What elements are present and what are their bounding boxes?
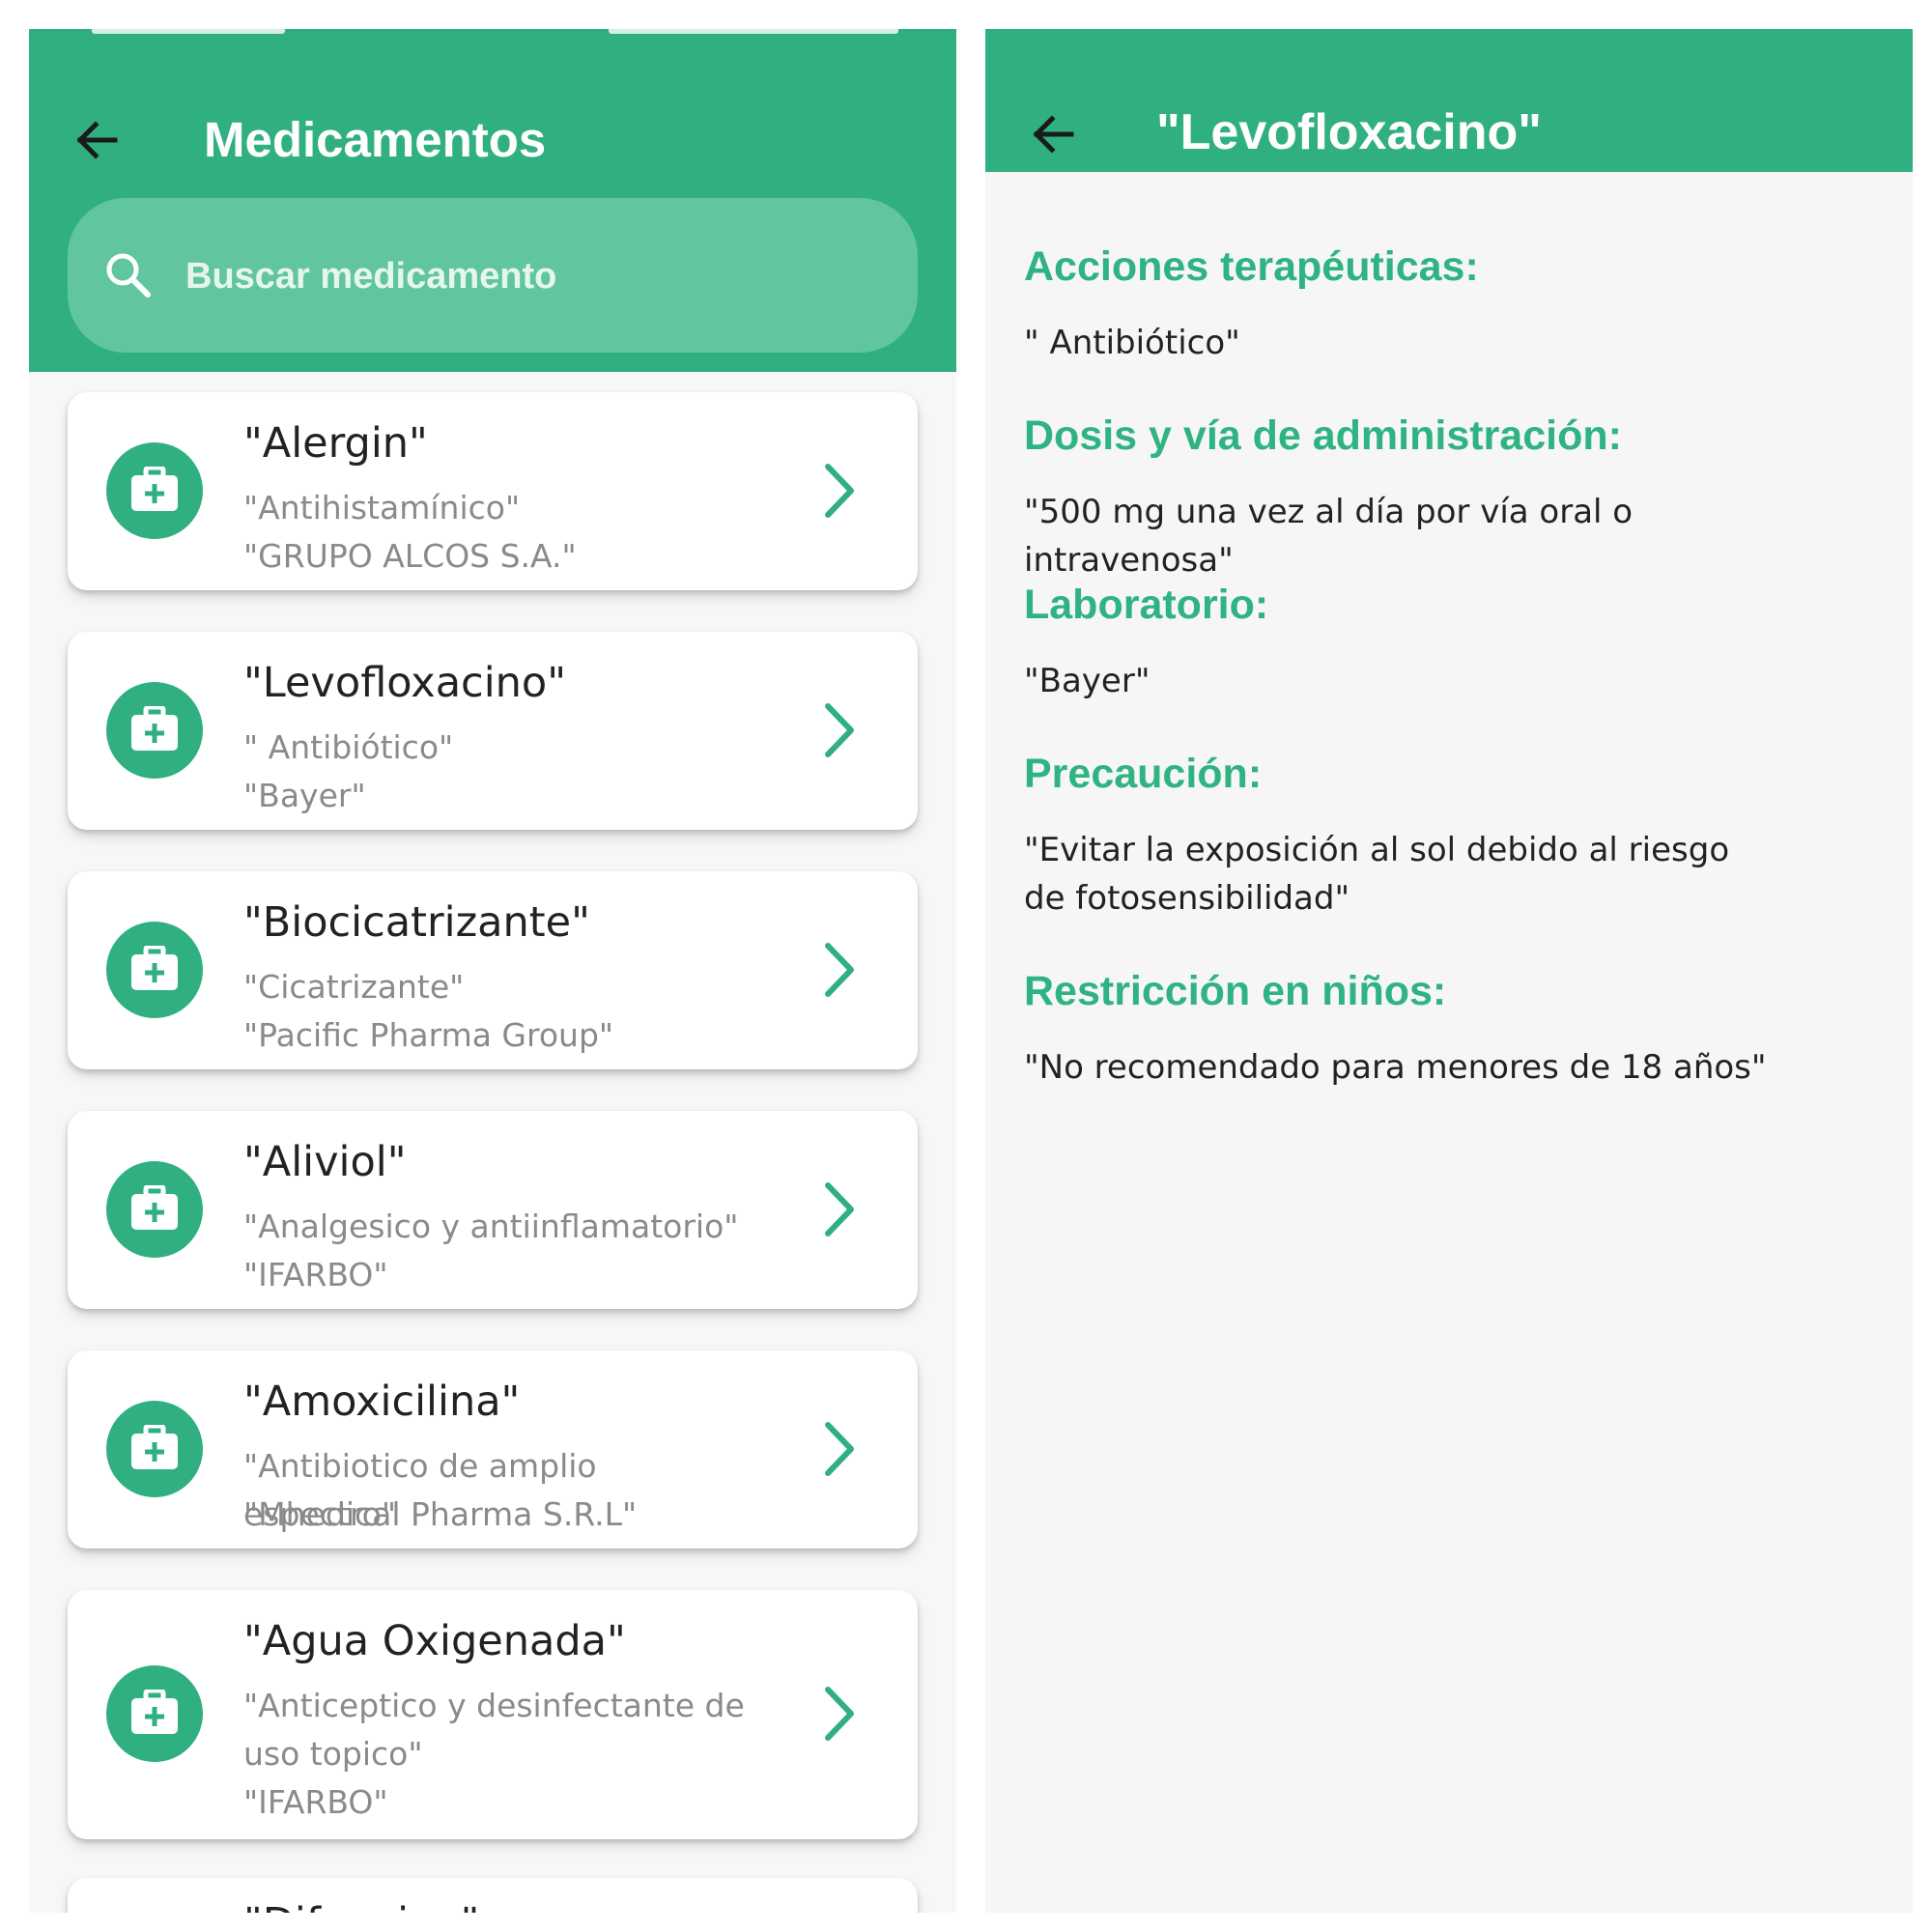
section-heading-dosage: Dosis y vía de administración: [1024, 412, 1622, 459]
medical-kit-icon [106, 1401, 203, 1497]
medicine-lab: "Mhedical Pharma S.R.L" [243, 1495, 638, 1533]
back-button[interactable] [1019, 100, 1087, 168]
app-bar: "Levofloxacino" [985, 29, 1913, 172]
medical-kit-icon [106, 682, 203, 779]
medicine-type: "Analgesico y antiinflamatorio" [243, 1208, 739, 1245]
chevron-right-icon [825, 943, 854, 997]
chevron-right-icon [825, 1182, 854, 1236]
medicine-type: " Antibiótico" [243, 728, 454, 766]
app-bar: Medicamentos [29, 29, 956, 179]
medicine-type: "Antihistamínico" [243, 489, 521, 526]
medicine-card-partial[interactable]: "Difenvina" [68, 1878, 918, 1913]
medicine-name: "Aliviol" [243, 1138, 407, 1186]
medicine-detail-screen: "Levofloxacino" Acciones terapéuticas: "… [985, 29, 1913, 1913]
medical-kit-icon [106, 1161, 203, 1258]
section-heading-therapeutic-actions: Acciones terapéuticas: [1024, 243, 1479, 290]
medicine-name: "Amoxicilina" [243, 1378, 521, 1426]
medicine-lab: "Bayer" [243, 777, 366, 814]
status-bar [29, 29, 956, 39]
search-area [29, 179, 956, 372]
section-heading-child-restriction: Restricción en niños: [1024, 968, 1447, 1014]
section-heading-precaution: Precaución: [1024, 751, 1263, 797]
chevron-right-icon [825, 1422, 854, 1476]
medicine-name: "Alergin" [243, 419, 428, 468]
medicine-type: "Cicatrizante" [243, 968, 465, 1006]
search-input[interactable] [184, 246, 883, 306]
medicine-card-amoxicilina[interactable]: "Amoxicilina" "Antibiotico de amplio esp… [68, 1350, 918, 1548]
page-title: Medicamentos [204, 112, 547, 167]
medicine-lab: "GRUPO ALCOS S.A." [243, 537, 577, 575]
chevron-right-icon [825, 1687, 854, 1741]
section-heading-laboratory: Laboratorio: [1024, 582, 1269, 628]
medicine-lab: "Pacific Pharma Group" [243, 1016, 614, 1054]
search-bar[interactable] [68, 198, 918, 353]
medicine-lab: "IFARBO" [243, 1783, 388, 1821]
medicine-name: "Agua Oxigenada" [243, 1617, 626, 1665]
medical-kit-icon [106, 1665, 203, 1762]
section-value-precaution: "Evitar la exposición al sol debido al r… [1024, 831, 1730, 918]
chevron-right-icon [825, 464, 854, 518]
medicine-card-alergin[interactable]: "Alergin" "Antihistamínico" "GRUPO ALCOS… [68, 392, 918, 590]
section-value-child-restriction: "No recomendado para menores de 18 años" [1024, 1048, 1767, 1087]
medicine-lab: "IFARBO" [243, 1256, 388, 1293]
medicine-name: "Biocicatrizante" [243, 898, 590, 947]
section-value-therapeutic-actions: " Antibiótico" [1024, 324, 1240, 362]
medicine-name: "Levofloxacino" [243, 659, 566, 707]
medicine-type: "Anticeptico y desinfectante de uso topi… [243, 1687, 745, 1773]
medicine-card-biocicatrizante[interactable]: "Biocicatrizante" "Cicatrizante" "Pacifi… [68, 871, 918, 1069]
chevron-right-icon [825, 703, 854, 757]
page-title: "Levofloxacino" [1156, 104, 1542, 160]
medicine-card-aliviol[interactable]: "Aliviol" "Analgesico y antiinflamatorio… [68, 1111, 918, 1309]
arrow-left-icon [76, 121, 118, 159]
arrow-left-icon [1033, 115, 1074, 154]
section-value-dosage: "500 mg una vez al día por vía oral o in… [1024, 493, 1634, 580]
medicine-name: "Difenvina" [243, 1899, 479, 1913]
section-value-laboratory: "Bayer" [1024, 662, 1151, 700]
search-icon [106, 253, 151, 298]
medical-kit-icon [106, 922, 203, 1018]
back-button[interactable] [63, 106, 130, 174]
medicine-card-agua-oxigenada[interactable]: "Agua Oxigenada" "Anticeptico y desinfec… [68, 1590, 918, 1839]
medicine-card-levofloxacino[interactable]: "Levofloxacino" " Antibiótico" "Bayer" [68, 632, 918, 830]
medicines-list-screen: Medicamentos "Alergin" "Antihistamínico"… [29, 29, 956, 1913]
medical-kit-icon [106, 442, 203, 539]
